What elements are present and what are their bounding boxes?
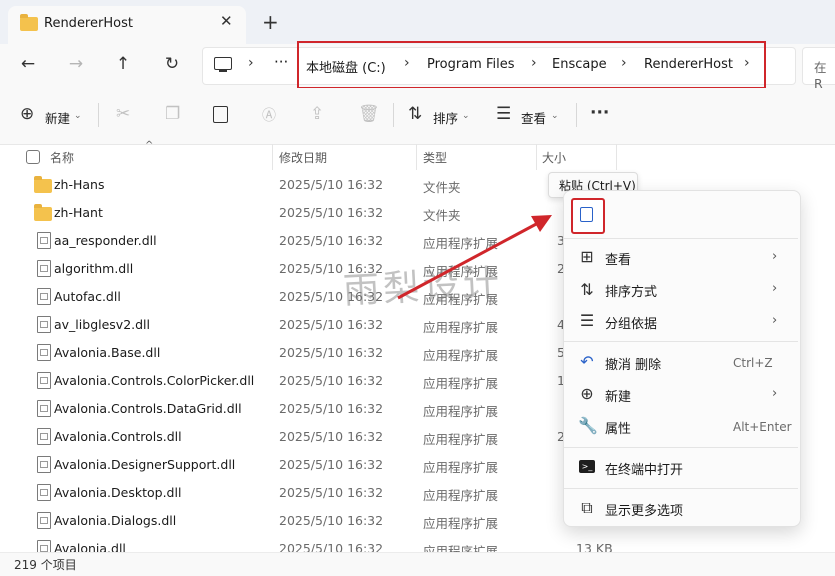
menu-item-group[interactable]: 分组依据 [605, 313, 657, 332]
view-grid-icon: ⊞ [580, 247, 594, 266]
sort-icon: ⇅ [580, 280, 594, 299]
menu-item-undo[interactable]: 撤消 删除 [605, 354, 661, 373]
chevron-right-icon: › [772, 249, 778, 264]
new-plus-icon: ⊕ [580, 384, 594, 403]
chevron-right-icon: › [772, 313, 778, 328]
chevron-right-icon: › [772, 281, 778, 296]
menu-item-view[interactable]: 查看 [605, 249, 631, 268]
more-options-icon: ⧉ [581, 498, 593, 517]
paste-icon [580, 207, 593, 222]
group-icon: ☰ [579, 311, 595, 330]
chevron-right-icon: › [772, 386, 778, 401]
wrench-icon: 🔧 [578, 416, 598, 435]
menu-item-properties[interactable]: 属性 [605, 418, 631, 437]
menu-item-more-options[interactable]: 显示更多选项 [605, 500, 683, 519]
undo-icon: ↶ [580, 352, 594, 371]
menu-item-terminal[interactable]: 在终端中打开 [605, 459, 683, 478]
menu-item-sort[interactable]: 排序方式 [605, 281, 657, 300]
menu-item-new[interactable]: 新建 [605, 386, 631, 405]
properties-shortcut: Alt+Enter [733, 420, 792, 434]
undo-shortcut: Ctrl+Z [733, 356, 773, 370]
terminal-icon: >_ [579, 460, 595, 473]
